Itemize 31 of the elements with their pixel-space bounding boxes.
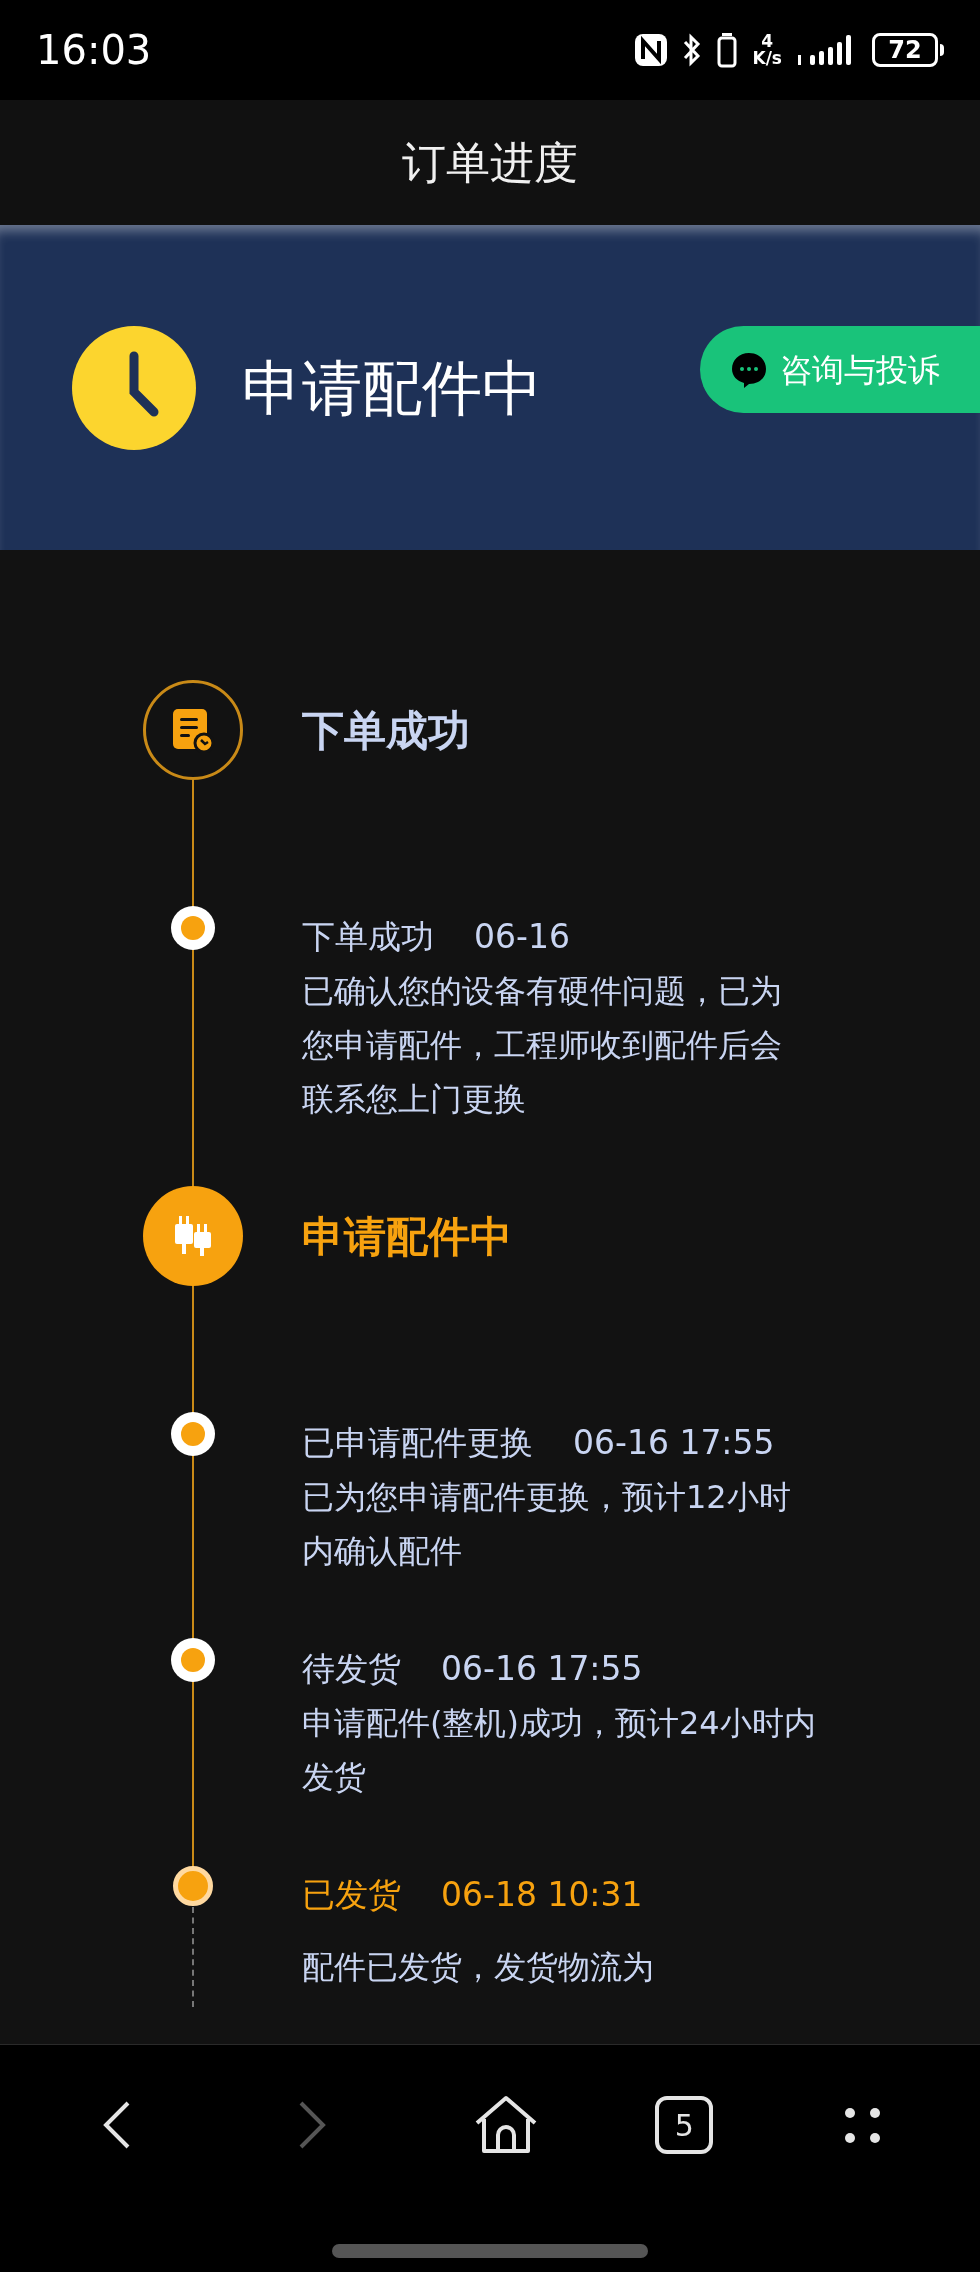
step-description: 联系您上门更换 (302, 1079, 527, 1120)
status-time: 16:03 (36, 26, 152, 75)
step-title: 下单成功 (302, 916, 434, 958)
step-time: 06-16 (474, 916, 570, 958)
step-title: 待发货 (302, 1648, 401, 1690)
nfc-icon (634, 33, 669, 67)
step-description: 已为您申请配件更换，预计12小时 (302, 1477, 791, 1518)
step-time: 06-16 17:55 (573, 1422, 775, 1464)
step-time: 06-18 10:31 (441, 1874, 643, 1916)
step-description: 申请配件(整机)成功，预计24小时内 (302, 1703, 816, 1744)
step-description: 内确认配件 (302, 1531, 463, 1572)
step-description: 您申请配件，工程师收到配件后会 (302, 1025, 782, 1066)
status-title: 申请配件中 (242, 351, 542, 425)
home-icon (473, 2095, 538, 2155)
speed-unit: K/s (752, 50, 782, 67)
step-description: 配件已发货，发货物流为 (302, 1947, 654, 1988)
battery-indicator: 72 (872, 33, 944, 67)
step-description: 发货 (302, 1757, 367, 1798)
tabs-button[interactable]: 5 (655, 2096, 714, 2154)
bluetooth-icon (682, 33, 703, 67)
step-time: 06-16 17:55 (441, 1648, 643, 1690)
document-icon (171, 707, 215, 753)
stage-title: 下单成功 (302, 704, 470, 757)
step-description: 已确认您的设备有硬件问题，已为 (302, 971, 782, 1012)
step-title: 已发货 (302, 1874, 401, 1916)
page-title: 订单进度 (402, 135, 578, 190)
speed-value: 4 (761, 33, 774, 50)
clock-icon (72, 325, 196, 450)
stage-title: 申请配件中 (302, 1210, 512, 1263)
chat-icon (730, 350, 768, 389)
step-title: 已申请配件更换 (302, 1422, 533, 1464)
